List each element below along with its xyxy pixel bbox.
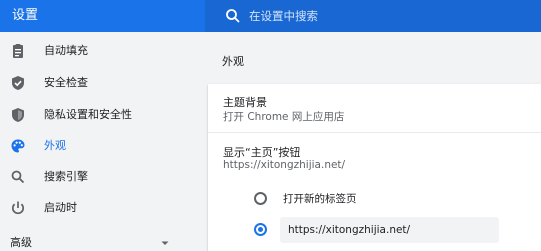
shield-icon xyxy=(12,108,24,122)
sidebar-item-label: 隐私设置和安全性 xyxy=(44,108,132,121)
advanced-label: 高级 xyxy=(10,236,32,249)
sidebar-item-privacy[interactable]: 隐私设置和安全性 xyxy=(0,102,200,128)
radio-new-tab[interactable]: 打开新的标签页 xyxy=(208,187,541,211)
top-bar: 设置 在设置中搜索 xyxy=(0,0,541,32)
section-title: 外观 xyxy=(222,55,244,68)
sidebar-item-autofill[interactable]: 自动填充 xyxy=(0,38,200,64)
sidebar-item-label: 安全检查 xyxy=(44,76,88,89)
theme-title: 主题背景 xyxy=(223,96,267,109)
sidebar: 自动填充 安全检查 隐私设置和安全性 外观 搜索引擎 启动时 高级 xyxy=(0,32,200,251)
sidebar-item-label: 外观 xyxy=(44,139,66,152)
appearance-card: 主题背景 打开 Chrome 网上应用店 显示“主页”按钮 https://xi… xyxy=(208,84,541,251)
sidebar-advanced-toggle[interactable]: 高级 xyxy=(0,232,200,251)
home-url-input[interactable] xyxy=(280,217,499,243)
chevron-down-icon xyxy=(161,241,169,245)
theme-subtitle: 打开 Chrome 网上应用店 xyxy=(223,111,345,123)
sidebar-item-search-engine[interactable]: 搜索引擎 xyxy=(0,164,200,190)
sidebar-item-safety-check[interactable]: 安全检查 xyxy=(0,70,200,96)
radio-label: 打开新的标签页 xyxy=(283,193,357,205)
search-input[interactable]: 在设置中搜索 xyxy=(249,0,318,32)
sidebar-item-appearance[interactable]: 外观 xyxy=(0,133,200,159)
search-icon xyxy=(11,170,25,184)
sidebar-item-on-startup[interactable]: 启动时 xyxy=(0,195,200,221)
sidebar-item-label: 搜索引擎 xyxy=(44,170,88,183)
radio-button[interactable] xyxy=(254,192,267,205)
clipboard-icon xyxy=(13,44,23,58)
palette-icon xyxy=(11,139,25,153)
sidebar-item-label: 自动填充 xyxy=(44,44,88,57)
radio-button[interactable] xyxy=(254,223,267,236)
theme-row[interactable]: 主题背景 打开 Chrome 网上应用店 xyxy=(208,84,541,132)
page-title: 设置 xyxy=(12,8,39,23)
search-bar[interactable]: 在设置中搜索 xyxy=(205,0,541,32)
home-button-title: 显示“主页”按钮 xyxy=(223,146,301,159)
home-button-subtitle: https://xitongzhijia.net/ xyxy=(223,159,346,171)
divider xyxy=(208,132,541,133)
sidebar-item-label: 启动时 xyxy=(44,201,77,214)
shield-check-icon xyxy=(12,76,24,90)
power-icon xyxy=(12,201,24,215)
search-icon xyxy=(226,9,240,23)
